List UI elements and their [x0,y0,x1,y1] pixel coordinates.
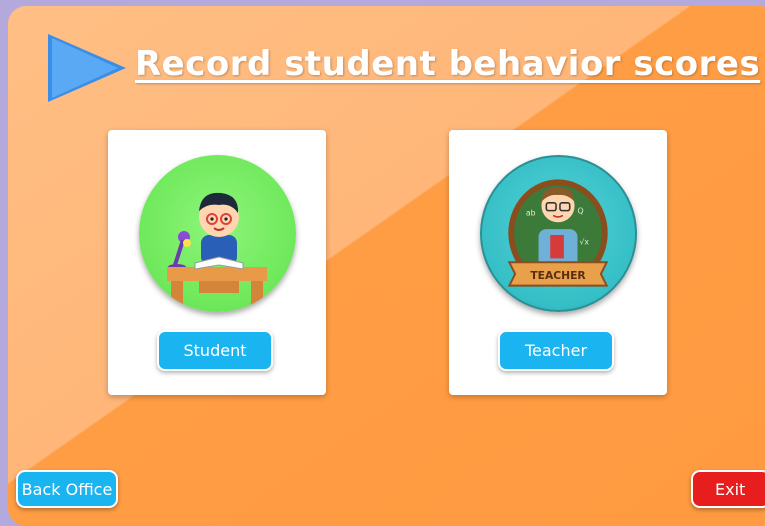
svg-text:√x: √x [579,238,589,247]
teacher-card: ab Q √x TEACHER Teacher [449,130,667,395]
student-illustration [139,155,296,312]
teacher-badge-text: TEACHER [530,269,586,282]
teacher-button[interactable]: Teacher [498,330,614,371]
student-button[interactable]: Student [157,330,273,371]
student-card: Student [108,130,326,395]
back-office-button[interactable]: Back Office [16,470,118,508]
page-title: Record student behavior scores [135,44,761,84]
exit-button[interactable]: Exit [691,470,765,508]
teacher-illustration: ab Q √x TEACHER [480,155,637,312]
svg-text:ab: ab [526,208,536,217]
svg-text:Q: Q [578,207,584,216]
play-arrow-icon [48,34,126,102]
